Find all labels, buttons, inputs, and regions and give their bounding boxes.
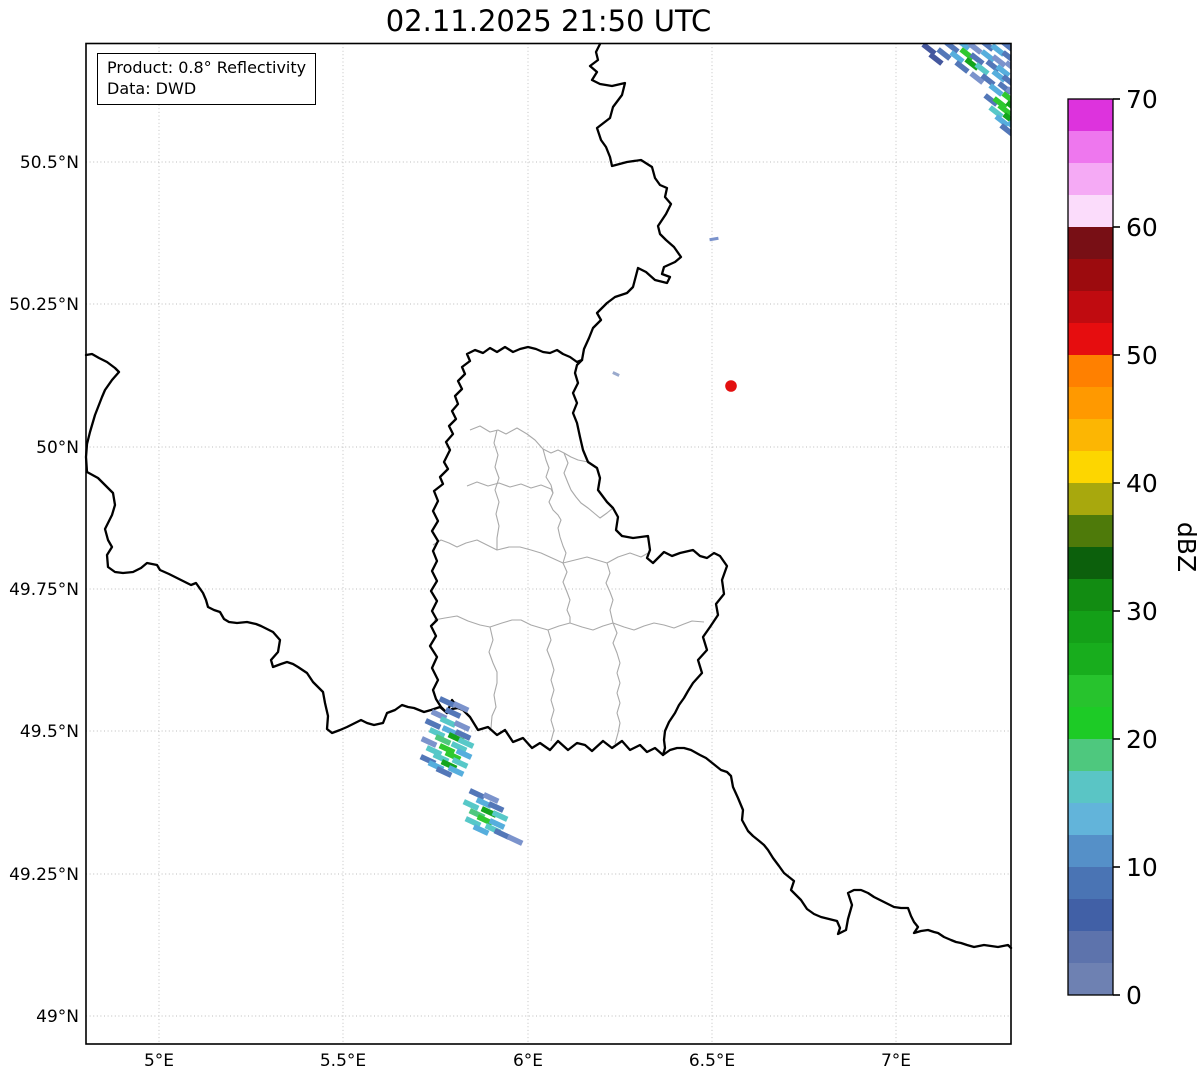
y-tick-label: 49°N <box>36 1007 79 1027</box>
colorbar-tick-label: 60 <box>1126 213 1158 242</box>
map-frame <box>85 42 1012 1045</box>
colorbar-segment <box>1068 483 1113 516</box>
y-tick-label: 49.75°N <box>9 580 79 600</box>
colorbar-tick-label: 30 <box>1126 597 1158 626</box>
colorbar-segment <box>1068 259 1113 292</box>
colorbar-segment <box>1068 963 1113 996</box>
y-tick-label: 50.5°N <box>20 153 79 173</box>
colorbar-segment <box>1068 387 1113 420</box>
plot-title: 02.11.2025 21:50 UTC <box>385 4 712 38</box>
x-tick-label: 5°E <box>144 1051 174 1071</box>
product-info-line1: Product: 0.8° Reflectivity <box>107 58 307 77</box>
radar-figure: 02.11.2025 21:50 UTC 5°E 5.5°E 6°E 6.5°E 7°E… <box>0 0 1202 1081</box>
colorbar-segment <box>1068 131 1113 164</box>
colorbar-tick-label: 40 <box>1126 469 1158 498</box>
colorbar-segment <box>1068 195 1113 228</box>
y-tick-label: 49.25°N <box>9 865 79 885</box>
colorbar-segment <box>1068 547 1113 580</box>
colorbar-segment <box>1068 899 1113 932</box>
colorbar-segment <box>1068 227 1113 260</box>
colorbar-segment <box>1068 323 1113 356</box>
colorbar-tick-label: 10 <box>1126 853 1158 882</box>
colorbar-segment <box>1068 835 1113 868</box>
colorbar-axis-label: dBZ <box>1172 522 1201 572</box>
colorbar-segment <box>1068 451 1113 484</box>
colorbar-segment <box>1068 739 1113 772</box>
colorbar-segment <box>1068 579 1113 612</box>
colorbar-segment <box>1068 99 1113 132</box>
x-tick-label: 6°E <box>513 1051 543 1071</box>
y-tick-label: 50.25°N <box>9 295 79 315</box>
colorbar-segment <box>1068 291 1113 324</box>
colorbar-segment <box>1068 675 1113 708</box>
colorbar-tick-label: 0 <box>1126 981 1142 1010</box>
colorbar-tick-label: 70 <box>1126 85 1158 114</box>
product-info-box: Product: 0.8° Reflectivity Data: DWD <box>97 53 317 105</box>
colorbar-segment <box>1068 355 1113 388</box>
map-plot: 5°E 5.5°E 6°E 6.5°E 7°E 50.5°N 50.25°N 50°N 49.7… <box>9 42 1201 1071</box>
y-tick-label: 50°N <box>36 438 79 458</box>
colorbar-tick-label: 50 <box>1126 341 1158 370</box>
colorbar-segment <box>1068 931 1113 964</box>
colorbar-tick-label: 20 <box>1126 725 1158 754</box>
product-info-line2: Data: DWD <box>107 79 197 98</box>
colorbar-segment <box>1068 419 1113 452</box>
y-tick-label: 49.5°N <box>20 722 79 742</box>
colorbar-segment <box>1068 803 1113 836</box>
colorbar-segment <box>1068 643 1113 676</box>
x-tick-label: 6.5°E <box>689 1051 735 1071</box>
colorbar-segment <box>1068 771 1113 804</box>
colorbar-segment <box>1068 163 1113 196</box>
colorbar-segment <box>1068 867 1113 900</box>
colorbar-segment <box>1068 611 1113 644</box>
x-tick-label: 7°E <box>881 1051 911 1071</box>
colorbar-segment <box>1068 515 1113 548</box>
x-tick-label: 5.5°E <box>320 1051 366 1071</box>
colorbar-segment <box>1068 707 1113 740</box>
